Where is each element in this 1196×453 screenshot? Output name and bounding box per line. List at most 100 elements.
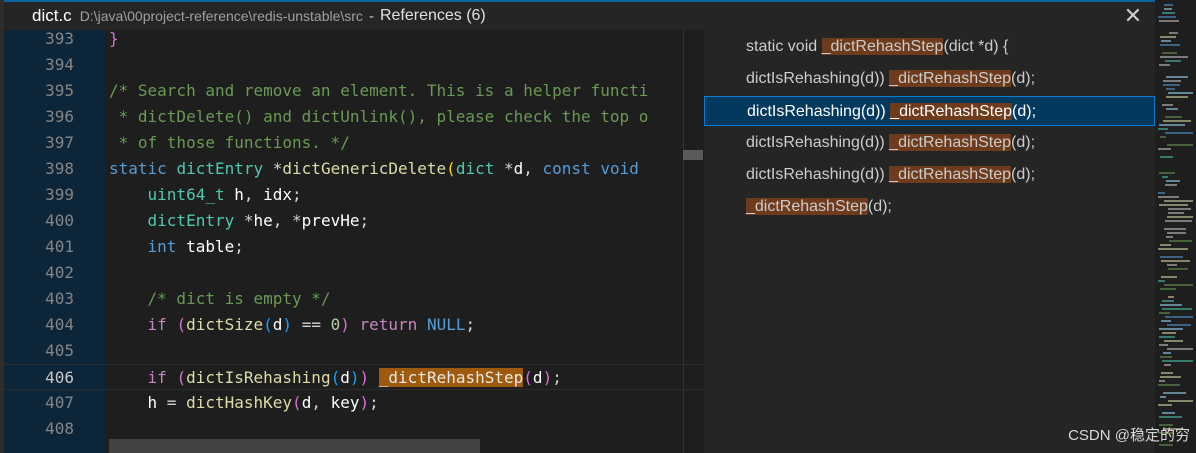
code-line[interactable]: 404 if (dictSize(d) == 0) return NULL; — [4, 312, 704, 338]
reference-item[interactable]: dictIsRehashing(d)) _dictRehashStep(d); — [704, 160, 1155, 190]
reference-item[interactable]: dictIsRehashing(d)) _dictRehashStep(d); — [704, 128, 1155, 158]
minimap-line — [1165, 184, 1177, 186]
code-token: /* dict is empty */ — [147, 289, 331, 308]
code-line[interactable]: 402 — [4, 260, 704, 286]
minimap-line — [1160, 136, 1166, 138]
code-token: idx — [263, 185, 293, 204]
minimap-line — [1160, 376, 1181, 378]
code-line[interactable]: 394 — [4, 52, 704, 78]
code-line[interactable]: 405 — [4, 338, 704, 364]
code-line[interactable]: 401 int table; — [4, 234, 704, 260]
peek-references-widget: dict.c D:\java\00project-reference\redis… — [4, 0, 1155, 453]
code-line[interactable]: 408 — [4, 416, 704, 442]
line-number: 407 — [45, 393, 74, 412]
minimap-line — [1159, 344, 1168, 346]
code-line[interactable]: 397 * of those functions. */ — [4, 130, 704, 156]
code-text: /* Search and remove an element. This is… — [109, 78, 648, 104]
line-number: 397 — [45, 133, 74, 152]
minimap-line — [1168, 212, 1184, 214]
reference-suffix: (d); — [1012, 103, 1037, 120]
minimap-line — [1158, 404, 1172, 406]
minimap-line — [1159, 416, 1182, 418]
code-line[interactable]: 403 /* dict is empty */ — [4, 286, 704, 312]
line-number: 406 — [45, 368, 74, 387]
code-line[interactable]: 399 uint64_t h, idx; — [4, 182, 704, 208]
code-text: * dictDelete() and dictUnlink(), please … — [109, 104, 649, 130]
code-token: d — [301, 393, 312, 412]
close-icon[interactable]: ✕ — [1121, 4, 1145, 28]
code-token: he — [253, 211, 273, 230]
reference-item[interactable]: dictIsRehashing(d)) _dictRehashStep(d); — [704, 64, 1155, 94]
minimap-line — [1159, 172, 1175, 174]
minimap-line — [1159, 380, 1165, 382]
minimap-line — [1166, 96, 1188, 98]
reference-match: _dictRehashStep — [821, 38, 944, 55]
code-token: * of those functions. */ — [109, 133, 350, 152]
code-line[interactable]: 400 dictEntry *he, *prevHe; — [4, 208, 704, 234]
code-token: ; — [465, 315, 476, 334]
code-token: * — [234, 211, 254, 230]
minimap-line — [1163, 84, 1180, 86]
minimap-line — [1160, 244, 1171, 246]
minimap[interactable] — [1155, 0, 1196, 453]
peek-header: dict.c D:\java\00project-reference\redis… — [4, 0, 1155, 30]
peek-code-editor[interactable]: 393} 394 395 /* Search and remove an elemen… — [4, 30, 704, 453]
code-token: h — [234, 185, 244, 204]
code-line[interactable]: 395 /* Search and remove an element. This… — [4, 78, 704, 104]
code-token: * dictDelete() and dictUnlink(), please … — [109, 107, 649, 126]
reference-item[interactable]: dictIsRehashing(d)) _dictRehashStep(d); — [704, 96, 1155, 126]
minimap-line — [1158, 128, 1168, 130]
minimap-line — [1168, 296, 1174, 298]
line-number: 395 — [45, 81, 74, 100]
code-text: * of those functions. */ — [109, 130, 350, 156]
code-line[interactable]: 406 if (dictIsRehashing(d)) _dictRehashS… — [4, 364, 704, 390]
code-token: ; — [234, 237, 244, 256]
reference-item[interactable]: static void _dictRehashStep(dict *d) { — [704, 32, 1155, 62]
minimap-line — [1162, 360, 1193, 362]
peek-file-path: D:\java\00project-reference\redis-unstab… — [79, 8, 363, 24]
code-token: ; — [292, 185, 302, 204]
minimap-line — [1162, 176, 1168, 178]
code-text: if (dictIsRehashing(d)) _dictRehashStep(… — [109, 365, 562, 391]
code-line[interactable]: 407 h = dictHashKey(d, key); — [4, 390, 704, 416]
code-token: * — [494, 159, 514, 178]
code-line[interactable]: 393} — [4, 30, 704, 52]
code-token: ( — [263, 315, 273, 334]
minimap-line — [1158, 148, 1171, 150]
code-token: if — [147, 315, 167, 334]
minimap-line — [1167, 264, 1177, 266]
peek-file-name[interactable]: dict.c — [32, 6, 72, 26]
highlighted-reference: _dictRehashStep — [378, 368, 524, 387]
minimap-line — [1158, 384, 1180, 386]
reference-prefix: static void — [746, 38, 822, 55]
minimap-line — [1162, 52, 1177, 54]
code-token: dict — [455, 159, 495, 178]
minimap-line — [1161, 372, 1173, 374]
code-token: int — [147, 237, 177, 256]
code-text: uint64_t h, idx; — [109, 182, 302, 208]
code-token: ) — [542, 368, 553, 387]
code-token: , * — [272, 211, 302, 230]
code-line[interactable]: 398 static dictEntry *dictGenericDelete(d… — [4, 156, 704, 182]
reference-item[interactable]: _dictRehashStep(d); — [704, 192, 1155, 222]
references-list: static void _dictRehashStep(dict *d) {di… — [704, 30, 1155, 453]
code-token: ) — [282, 315, 293, 334]
line-number: 399 — [45, 185, 74, 204]
minimap-line — [1168, 268, 1188, 270]
minimap-line — [1159, 20, 1179, 22]
code-line[interactable]: 396 * dictDelete() and dictUnlink(), ple… — [4, 104, 704, 130]
line-number: 401 — [45, 237, 74, 256]
minimap-line — [1166, 180, 1180, 182]
reference-prefix: dictIsRehashing(d)) — [746, 70, 890, 87]
code-token: if — [147, 368, 167, 387]
minimap-line — [1164, 8, 1172, 10]
minimap-line — [1162, 308, 1192, 310]
minimap-line — [1168, 92, 1193, 94]
code-token: ; — [369, 393, 379, 412]
minimap-line — [1167, 216, 1193, 218]
minimap-line — [1159, 312, 1170, 314]
